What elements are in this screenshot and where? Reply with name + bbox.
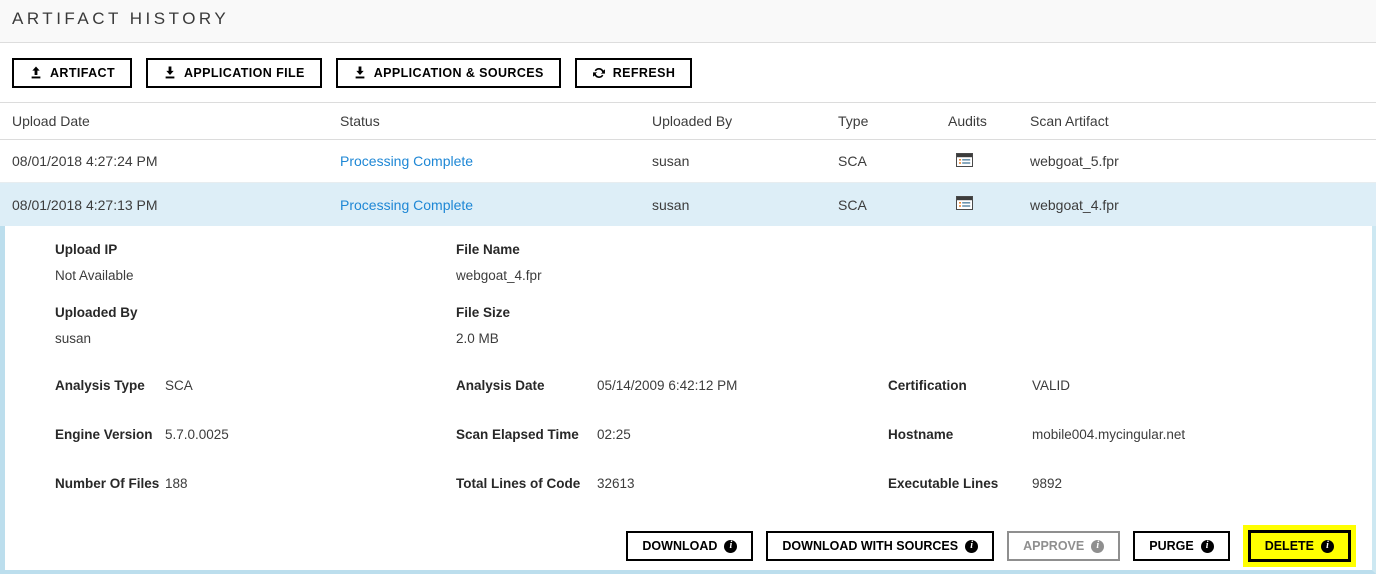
refresh-button-label: REFRESH [613,66,676,80]
analysis-type-value: SCA [165,376,193,397]
upload-ip-value: Not Available [55,268,456,283]
upload-icon [29,66,43,80]
column-header-type: Type [838,113,948,129]
analysis-date-value: 05/14/2009 6:42:12 PM [597,376,737,397]
detail-top-section: Upload IP Not Available Uploaded By susa… [55,242,1362,368]
delete-button-label: DELETE [1265,539,1314,553]
column-header-uploaded-by: Uploaded By [652,113,838,129]
type-cell: SCA [838,197,948,213]
status-link[interactable]: Processing Complete [340,153,473,169]
info-icon: i [1201,540,1214,553]
hostname-label: Hostname [888,425,1032,446]
artifact-button-label: ARTIFACT [50,66,115,80]
toolbar: ARTIFACT APPLICATION FILE APPLICATION & … [0,43,1376,102]
executable-lines-label: Executable Lines [888,474,1032,495]
refresh-button[interactable]: REFRESH [575,58,693,88]
page-header: ARTIFACT HISTORY [0,0,1376,43]
approve-button[interactable]: APPROVE i [1007,531,1120,561]
application-sources-button[interactable]: APPLICATION & SOURCES [336,58,561,88]
table-row-selected[interactable]: 08/01/2018 4:27:13 PM Processing Complet… [0,183,1376,226]
uploaded-by-label: Uploaded By [55,305,456,320]
page-title: ARTIFACT HISTORY [12,9,1364,29]
uploaded-by-cell: susan [652,153,838,169]
application-sources-button-label: APPLICATION & SOURCES [374,66,544,80]
total-lines-of-code-value: 32613 [597,474,635,495]
type-cell: SCA [838,153,948,169]
scan-artifact-cell: webgoat_4.fpr [1030,197,1376,213]
certification-value: VALID [1032,376,1070,397]
download-icon [353,66,367,80]
analysis-date-label: Analysis Date [456,376,582,397]
purge-button-label: PURGE [1149,539,1193,553]
delete-button[interactable]: DELETE i [1248,530,1351,562]
artifact-detail-panel: Upload IP Not Available Uploaded By susa… [0,226,1376,574]
analysis-type-label: Analysis Type [55,376,165,397]
file-size-value: 2.0 MB [456,331,1362,346]
info-icon: i [724,540,737,553]
certification-label: Certification [888,376,1032,397]
scan-elapsed-time-value: 02:25 [597,425,631,446]
scan-elapsed-time-label: Scan Elapsed Time [456,425,582,446]
download-button-label: DOWNLOAD [642,539,717,553]
number-of-files-value: 188 [165,474,188,495]
executable-lines-value: 9892 [1032,474,1062,495]
info-icon: i [965,540,978,553]
file-size-label: File Size [456,305,1362,320]
uploaded-by-cell: susan [652,197,838,213]
info-icon: i [1091,540,1104,553]
upload-date-cell: 08/01/2018 4:27:24 PM [12,153,340,169]
column-header-scan-artifact: Scan Artifact [1030,113,1376,129]
engine-version-value: 5.7.0.0025 [165,425,229,446]
upload-ip-label: Upload IP [55,242,456,257]
application-file-button[interactable]: APPLICATION FILE [146,58,322,88]
refresh-icon [592,66,606,80]
column-header-upload-date: Upload Date [12,113,340,129]
info-icon: i [1321,540,1334,553]
total-lines-of-code-label: Total Lines of Code [456,474,582,495]
file-name-value: webgoat_4.fpr [456,268,1362,283]
status-link[interactable]: Processing Complete [340,197,473,213]
download-with-sources-button-label: DOWNLOAD WITH SOURCES [782,539,958,553]
download-with-sources-button[interactable]: DOWNLOAD WITH SOURCES i [766,531,994,561]
column-header-status: Status [340,113,652,129]
approve-button-label: APPROVE [1023,539,1084,553]
audits-icon[interactable] [956,196,973,213]
purge-button[interactable]: PURGE i [1133,531,1229,561]
detail-grid-section: Analysis Type SCA Analysis Date 05/14/20… [55,376,1362,523]
hostname-value: mobile004.mycingular.net [1032,425,1185,446]
delete-button-highlight: DELETE i [1243,525,1356,567]
uploaded-by-value: susan [55,331,456,346]
table-row[interactable]: 08/01/2018 4:27:24 PM Processing Complet… [0,140,1376,183]
audits-icon[interactable] [956,153,973,170]
scan-artifact-cell: webgoat_5.fpr [1030,153,1376,169]
file-name-label: File Name [456,242,1362,257]
upload-date-cell: 08/01/2018 4:27:13 PM [12,197,340,213]
table-header: Upload Date Status Uploaded By Type Audi… [0,102,1376,140]
engine-version-label: Engine Version [55,425,165,446]
detail-action-bar: DOWNLOAD i DOWNLOAD WITH SOURCES i APPRO… [55,525,1362,567]
number-of-files-label: Number Of Files [55,474,165,495]
column-header-audits: Audits [948,113,1030,129]
application-file-button-label: APPLICATION FILE [184,66,305,80]
download-button[interactable]: DOWNLOAD i [626,531,753,561]
download-icon [163,66,177,80]
artifact-button[interactable]: ARTIFACT [12,58,132,88]
